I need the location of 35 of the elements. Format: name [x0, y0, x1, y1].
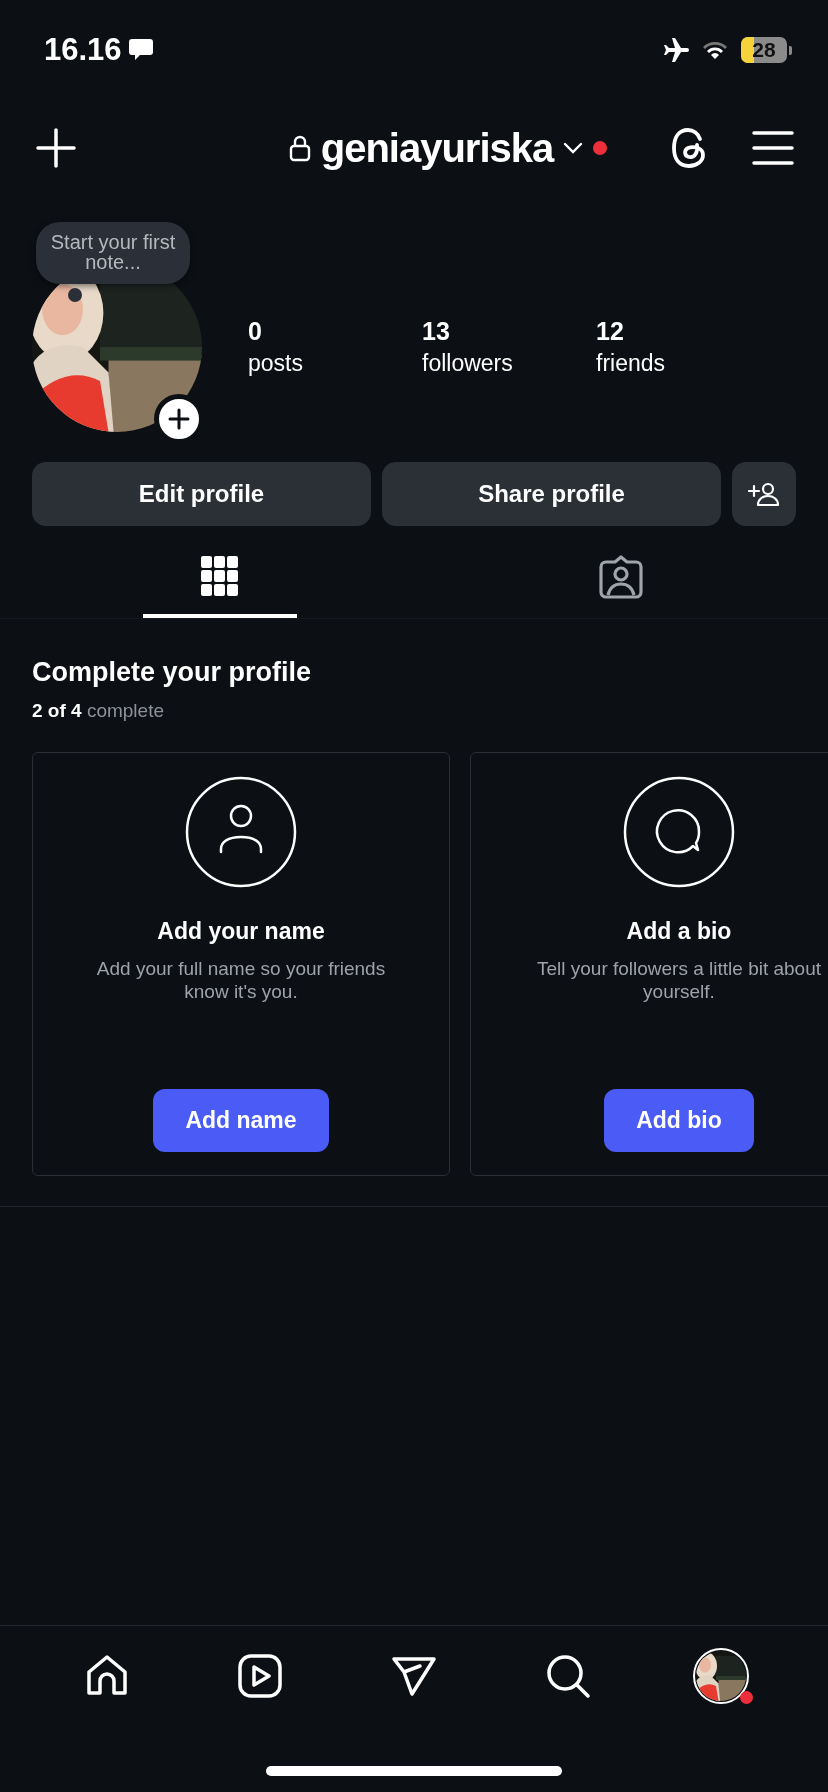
- speech-bubble-icon: [623, 776, 735, 888]
- plus-icon: [168, 408, 190, 430]
- stat-count: 0: [248, 317, 263, 346]
- profile-action-button[interactable]: Edit profile: [32, 462, 371, 526]
- send-icon[interactable]: [390, 1654, 438, 1698]
- person-icon: [185, 776, 297, 888]
- card-description: Tell your followers a little bit about yourself.: [535, 957, 823, 1003]
- menu-icon[interactable]: [752, 130, 794, 166]
- card-action-button[interactable]: Add bio: [604, 1089, 754, 1152]
- card-action-button[interactable]: Add name: [153, 1089, 329, 1152]
- username[interactable]: geniayuriska: [320, 125, 554, 171]
- message-bubble-icon: [127, 38, 154, 62]
- card-title: Add your name: [157, 918, 325, 945]
- stat-count: 12: [596, 317, 625, 346]
- stat-count: 13: [422, 317, 451, 346]
- profile-tab-avatar[interactable]: [693, 1648, 750, 1704]
- status-time: 16.16: [44, 32, 122, 68]
- stat-label[interactable]: friends: [596, 350, 770, 377]
- stat-label[interactable]: followers: [422, 350, 596, 377]
- add-person-button[interactable]: [732, 462, 796, 526]
- person-tag-icon: [598, 555, 644, 599]
- stat-label[interactable]: posts: [248, 350, 422, 377]
- video-play-icon[interactable]: [237, 1653, 284, 1699]
- wifi-icon: [701, 39, 729, 61]
- grid-icon: [201, 556, 239, 598]
- note-bubble[interactable]: Start your first note...: [36, 222, 190, 284]
- add-person-icon: [748, 480, 780, 508]
- card-description: Add your full name so your friends know it's you.: [95, 957, 387, 1003]
- search-icon[interactable]: [544, 1653, 591, 1699]
- plus-icon[interactable]: [36, 128, 76, 168]
- card-title: Add a bio: [626, 918, 732, 945]
- section-title: Complete your profile: [32, 657, 313, 688]
- progress-text: 2 of 4 complete: [32, 700, 165, 722]
- chevron-down-icon[interactable]: [563, 142, 584, 154]
- profile-action-button[interactable]: Share profile: [382, 462, 721, 526]
